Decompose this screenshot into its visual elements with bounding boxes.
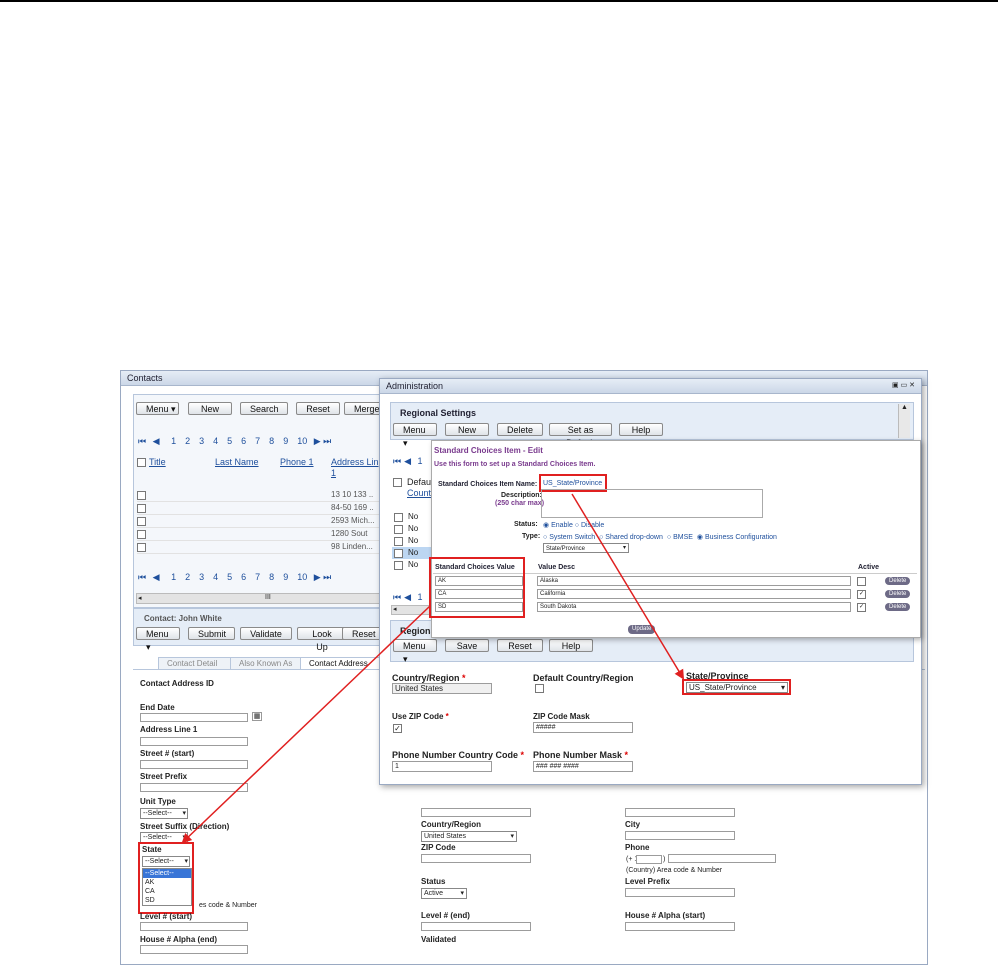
arrow-to-state-dropdown [181,605,431,844]
annotation-arrows [181,493,685,844]
arrow-to-state-province [571,493,685,680]
